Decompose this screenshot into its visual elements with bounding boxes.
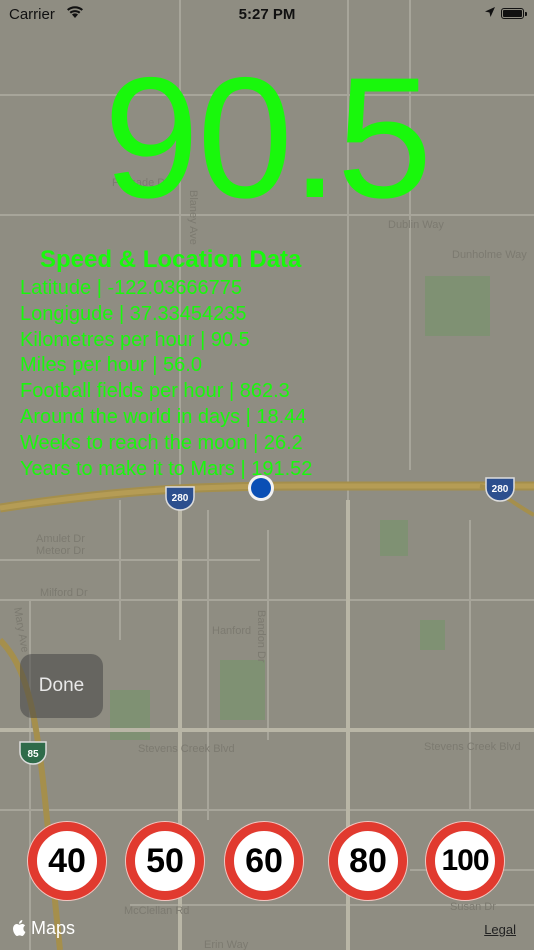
speed-sign-60[interactable]: 60: [225, 822, 303, 900]
speed-sign-40[interactable]: 40: [28, 822, 106, 900]
data-panel: Latitude | -122.03666775 Longigude | 37.…: [20, 276, 312, 482]
battery-icon: [501, 8, 527, 19]
location-arrow-icon: [485, 7, 495, 17]
longitude-line: Longigude | 37.33454235: [20, 302, 247, 325]
svg-text:Stevens Creek Blvd: Stevens Creek Blvd: [424, 741, 521, 753]
svg-text:McClellan Rd: McClellan Rd: [124, 905, 189, 917]
football-fields-line: Football fields per hour | 862.3: [20, 380, 290, 403]
svg-text:85: 85: [27, 749, 39, 760]
svg-text:Amulet Dr: Amulet Dr: [36, 533, 85, 545]
apple-logo-icon: [13, 920, 26, 936]
svg-text:280: 280: [492, 484, 509, 495]
svg-text:Erin Way: Erin Way: [204, 939, 249, 950]
maps-label: Maps: [31, 918, 76, 938]
svg-text:Susan Dr: Susan Dr: [450, 901, 496, 913]
speed-sign-80[interactable]: 80: [329, 822, 407, 900]
speed-sign-bar: 40 50 60 80 100: [0, 822, 534, 902]
kph-line: Kilometres per hour | 90.5: [20, 328, 250, 351]
data-panel-title: Speed & Location Data: [40, 246, 302, 273]
maps-attribution: Maps: [12, 918, 75, 939]
moon-weeks-line: Weeks to reach the moon | 26.2: [20, 431, 303, 454]
speed-sign-100[interactable]: 100: [426, 822, 504, 900]
clock: 5:27 PM: [238, 6, 296, 23]
speed-readout: 90.5: [103, 42, 433, 234]
mph-line: Miles per hour | 56.0: [20, 354, 202, 377]
legal-link[interactable]: Legal: [484, 922, 516, 937]
svg-text:Hanford: Hanford: [212, 625, 251, 637]
done-button[interactable]: Done: [20, 654, 103, 718]
latitude-line: Latitude | -122.03666775: [20, 277, 243, 299]
highway-shield-280-right: 280: [485, 477, 515, 502]
mars-years-line: Years to make it to Mars | 191.52: [20, 457, 313, 480]
park-area: [425, 276, 490, 336]
svg-text:Meteor Dr: Meteor Dr: [36, 545, 85, 557]
svg-text:Milford Dr: Milford Dr: [40, 587, 88, 599]
highway-shield-85: 85: [19, 741, 47, 765]
svg-text:Bandon Dr: Bandon Dr: [255, 610, 267, 663]
svg-text:Dunholme Way: Dunholme Way: [452, 249, 527, 261]
around-world-line: Around the world in days | 18.44: [20, 405, 307, 428]
svg-text:Stevens Creek Blvd: Stevens Creek Blvd: [138, 743, 235, 755]
status-bar: Carrier 5:27 PM: [0, 0, 534, 30]
svg-text:280: 280: [172, 493, 189, 504]
speed-sign-50[interactable]: 50: [126, 822, 204, 900]
highway-shield-280-left: 280: [165, 486, 195, 511]
